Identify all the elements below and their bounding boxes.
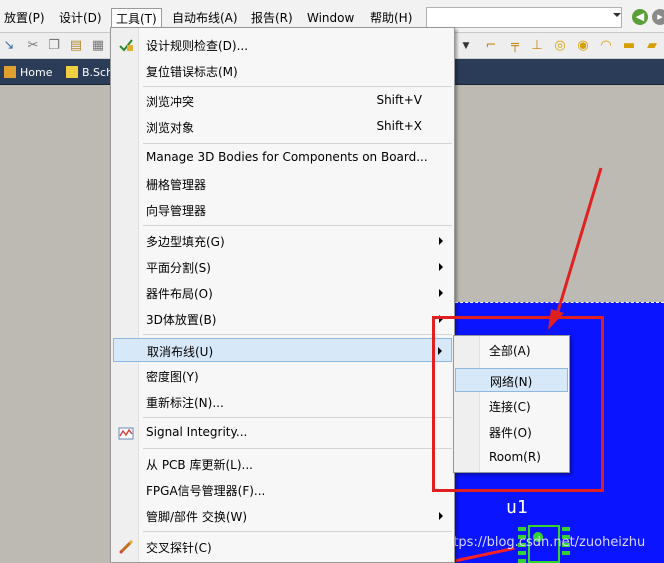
annotation-arrow-icon xyxy=(548,167,603,330)
